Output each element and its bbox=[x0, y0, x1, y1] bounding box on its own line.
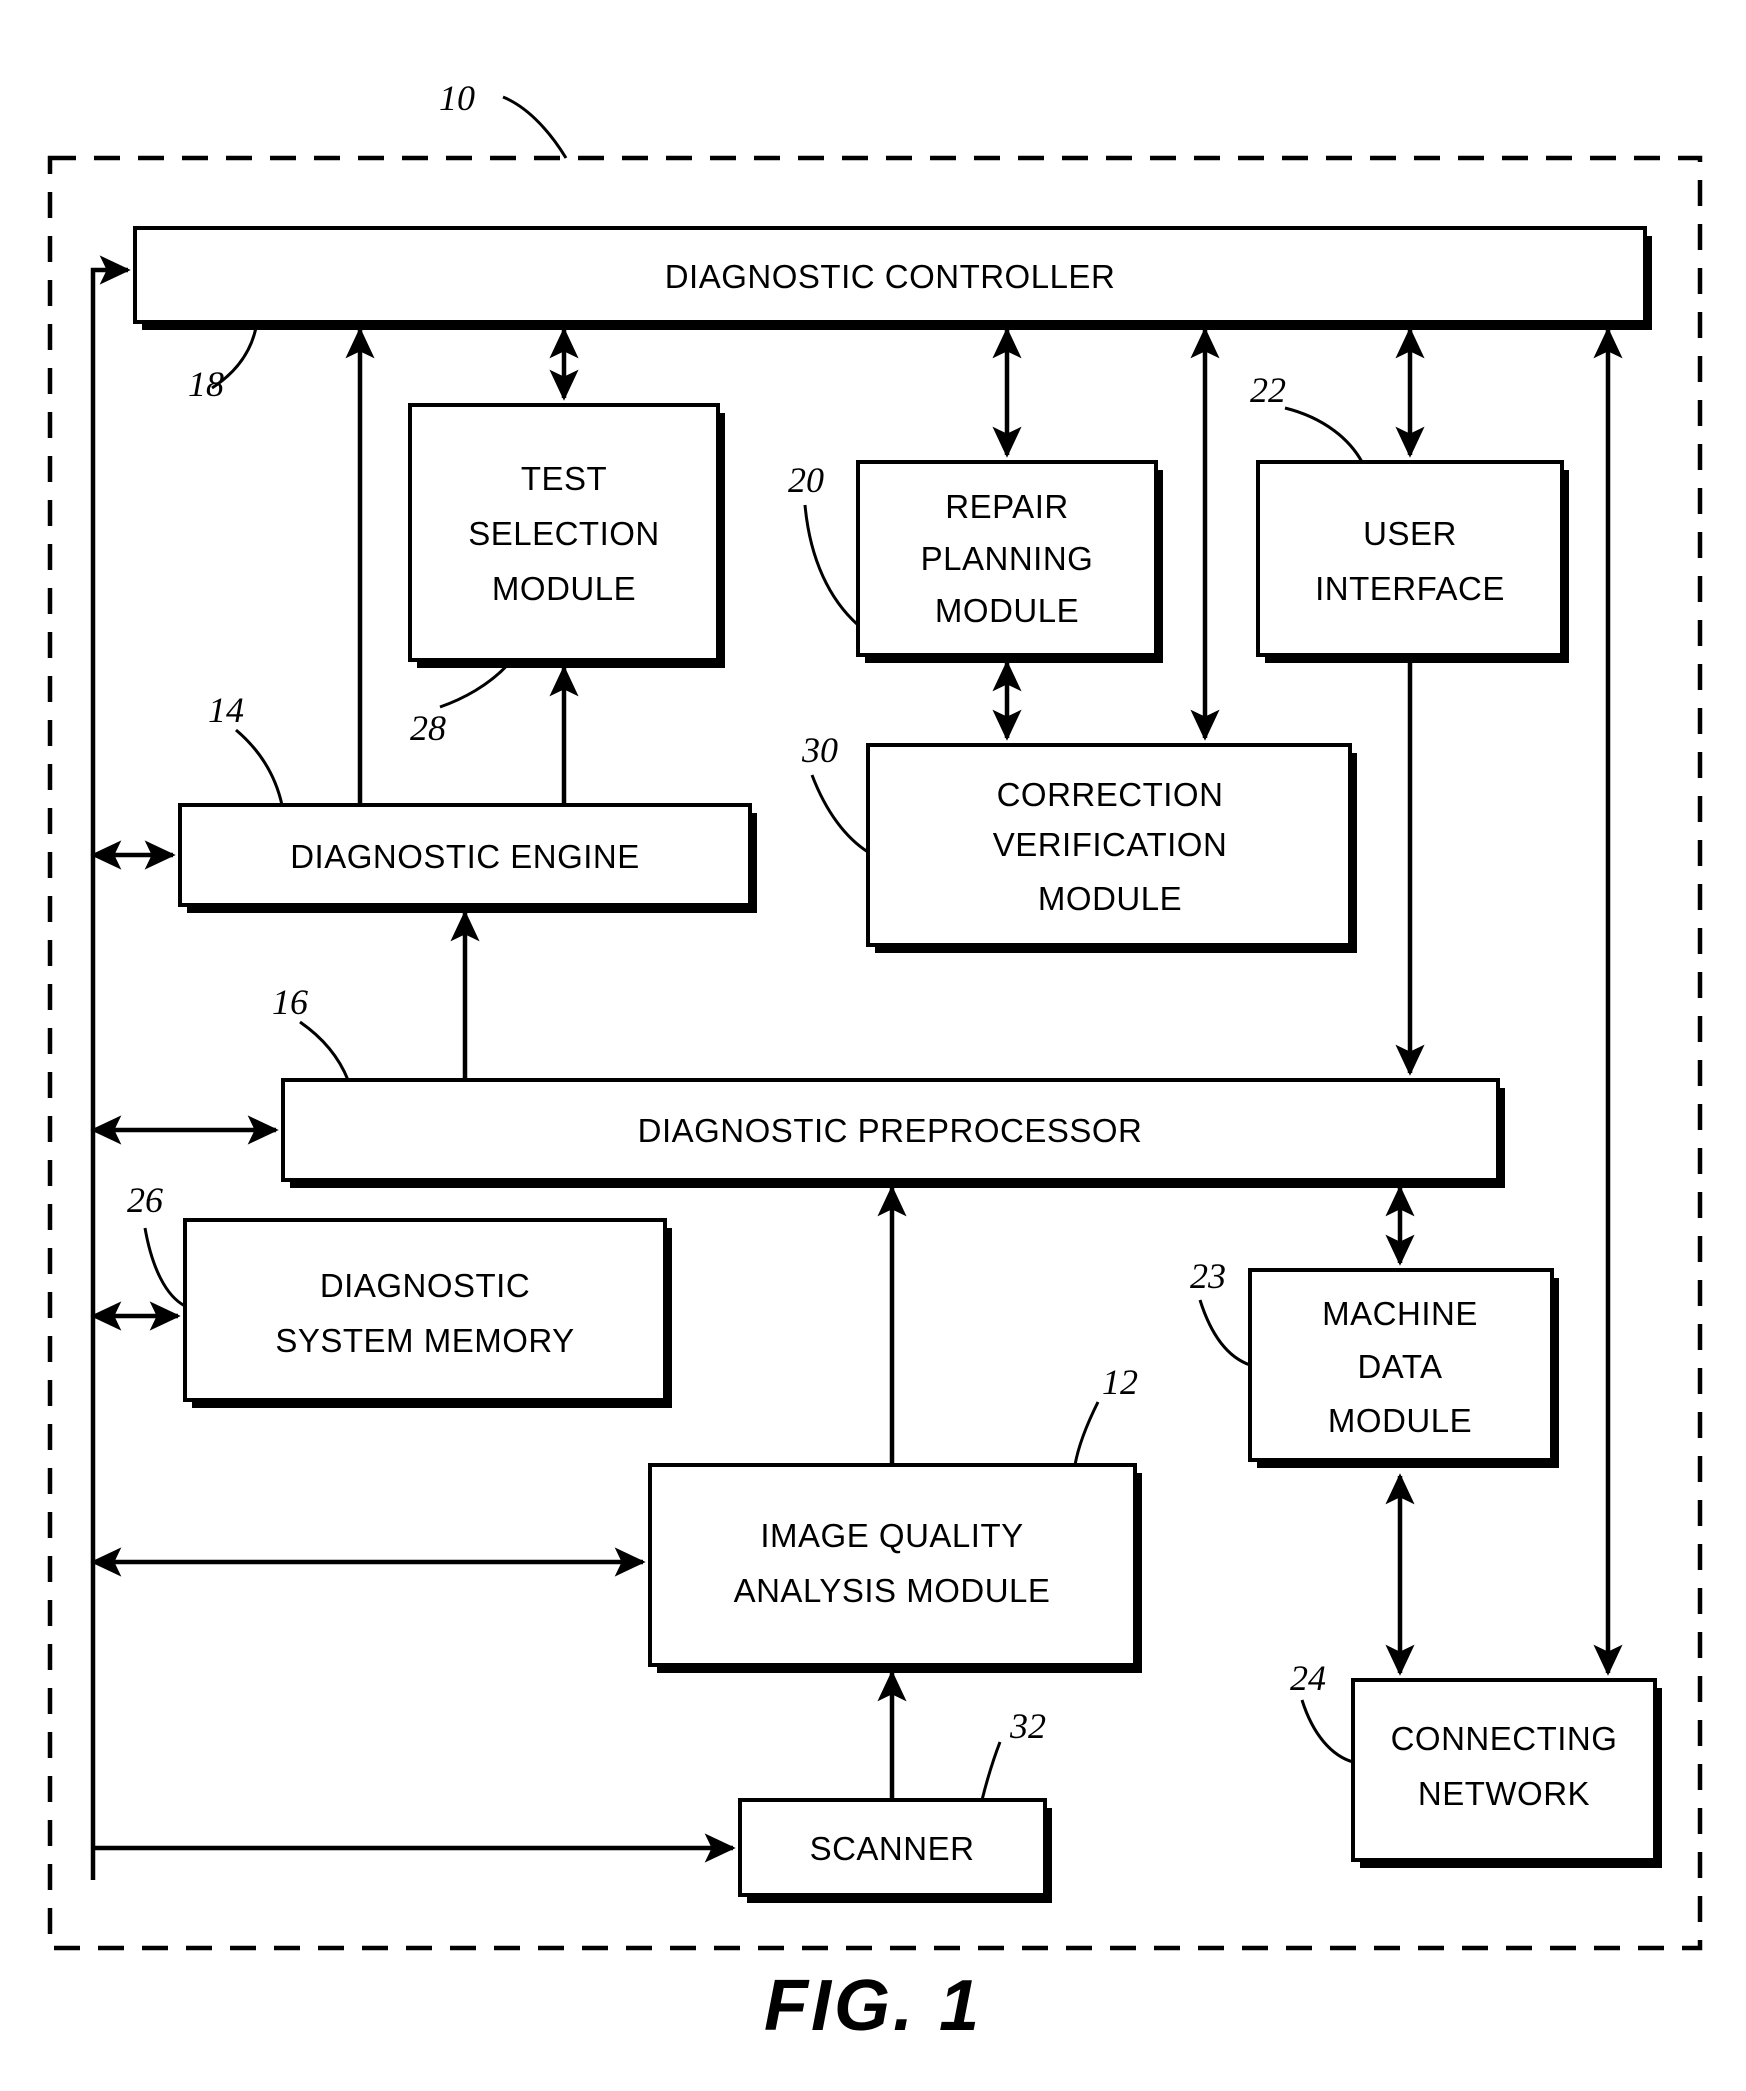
ref-14-leader bbox=[235, 728, 284, 806]
block-user-interface: USER INTERFACE bbox=[1256, 460, 1569, 663]
ref-20-leader bbox=[803, 504, 859, 627]
ref-number-32: 32 bbox=[1009, 1706, 1046, 1746]
connecting-network-line-1: CONNECTING bbox=[1391, 1720, 1618, 1757]
block-diagnostic-engine: DIAGNOSTIC ENGINE bbox=[178, 803, 757, 913]
ref-23-leader bbox=[1198, 1299, 1251, 1367]
test-selection-line-3: MODULE bbox=[492, 570, 636, 607]
diagnostic-system-memory-line-2: SYSTEM MEMORY bbox=[275, 1322, 574, 1359]
correction-verification-line-3: MODULE bbox=[1038, 880, 1182, 917]
test-selection-line-1: TEST bbox=[521, 460, 607, 497]
ref-number-20: 20 bbox=[788, 460, 824, 500]
test-selection-line-2: SELECTION bbox=[468, 515, 660, 552]
block-diagnostic-preprocessor: DIAGNOSTIC PREPROCESSOR bbox=[281, 1078, 1505, 1188]
image-quality-line-1: IMAGE QUALITY bbox=[760, 1517, 1023, 1554]
repair-planning-line-1: REPAIR bbox=[945, 488, 1068, 525]
repair-planning-line-3: MODULE bbox=[935, 592, 1079, 629]
ref-26-leader bbox=[143, 1227, 186, 1308]
machine-data-line-2: DATA bbox=[1357, 1348, 1442, 1385]
ref-24-leader bbox=[1300, 1699, 1354, 1764]
ref-32-leader bbox=[980, 1741, 1002, 1801]
block-diagnostic-controller: DIAGNOSTIC CONTROLLER bbox=[133, 226, 1652, 330]
user-interface-line-2: INTERFACE bbox=[1315, 570, 1505, 607]
figure-1-block-diagram: 10 DIAGNOSTIC CONTROLLER 18 TEST SELECTI… bbox=[47, 78, 1703, 2046]
block-repair-planning-module: REPAIR PLANNING MODULE bbox=[856, 460, 1163, 663]
ref-30-leader bbox=[810, 774, 869, 854]
block-connecting-network: CONNECTING NETWORK bbox=[1351, 1678, 1662, 1868]
block-correction-verification-module: CORRECTION VERIFICATION MODULE bbox=[866, 743, 1357, 953]
figure-caption: FIG. 1 bbox=[764, 1966, 982, 2046]
block-image-quality-analysis-module: IMAGE QUALITY ANALYSIS MODULE bbox=[648, 1463, 1142, 1673]
ref-10-leader bbox=[502, 95, 568, 159]
ref-number-23: 23 bbox=[1190, 1256, 1226, 1296]
user-interface-line-1: USER bbox=[1363, 515, 1457, 552]
diagnostic-controller-label: DIAGNOSTIC CONTROLLER bbox=[665, 258, 1116, 295]
diagnostic-system-memory-line-1: DIAGNOSTIC bbox=[320, 1267, 530, 1304]
image-quality-line-2: ANALYSIS MODULE bbox=[734, 1572, 1051, 1609]
ref-12-leader bbox=[1073, 1401, 1100, 1466]
connecting-network-line-2: NETWORK bbox=[1418, 1775, 1590, 1812]
ref-number-24: 24 bbox=[1290, 1658, 1326, 1698]
block-scanner: SCANNER bbox=[738, 1798, 1052, 1903]
ref-number-18: 18 bbox=[188, 364, 224, 404]
connector-bottom-bus-to-controller bbox=[90, 255, 131, 1880]
scanner-label: SCANNER bbox=[810, 1830, 975, 1867]
ref-number-14: 14 bbox=[208, 690, 244, 730]
machine-data-line-1: MACHINE bbox=[1322, 1295, 1478, 1332]
diagnostic-engine-label: DIAGNOSTIC ENGINE bbox=[290, 838, 640, 875]
ref-16-leader bbox=[299, 1020, 350, 1081]
diagnostic-preprocessor-label: DIAGNOSTIC PREPROCESSOR bbox=[638, 1112, 1143, 1149]
correction-verification-line-1: CORRECTION bbox=[997, 776, 1224, 813]
ref-number-30: 30 bbox=[801, 730, 838, 770]
ref-number-22: 22 bbox=[1250, 370, 1286, 410]
ref-number-10: 10 bbox=[439, 78, 475, 118]
ref-number-16: 16 bbox=[272, 982, 308, 1022]
block-diagnostic-system-memory: DIAGNOSTIC SYSTEM MEMORY bbox=[183, 1218, 672, 1408]
machine-data-line-3: MODULE bbox=[1328, 1402, 1472, 1439]
repair-planning-line-2: PLANNING bbox=[921, 540, 1094, 577]
patent-figure-page: 10 DIAGNOSTIC CONTROLLER 18 TEST SELECTI… bbox=[0, 0, 1746, 2091]
ref-number-28: 28 bbox=[410, 708, 446, 748]
ref-22-leader bbox=[1284, 406, 1364, 463]
block-test-selection-module: TEST SELECTION MODULE bbox=[408, 403, 725, 668]
block-machine-data-module: MACHINE DATA MODULE bbox=[1248, 1268, 1559, 1468]
correction-verification-line-2: VERIFICATION bbox=[993, 826, 1228, 863]
ref-number-26: 26 bbox=[127, 1180, 163, 1220]
ref-number-12: 12 bbox=[1102, 1362, 1138, 1402]
